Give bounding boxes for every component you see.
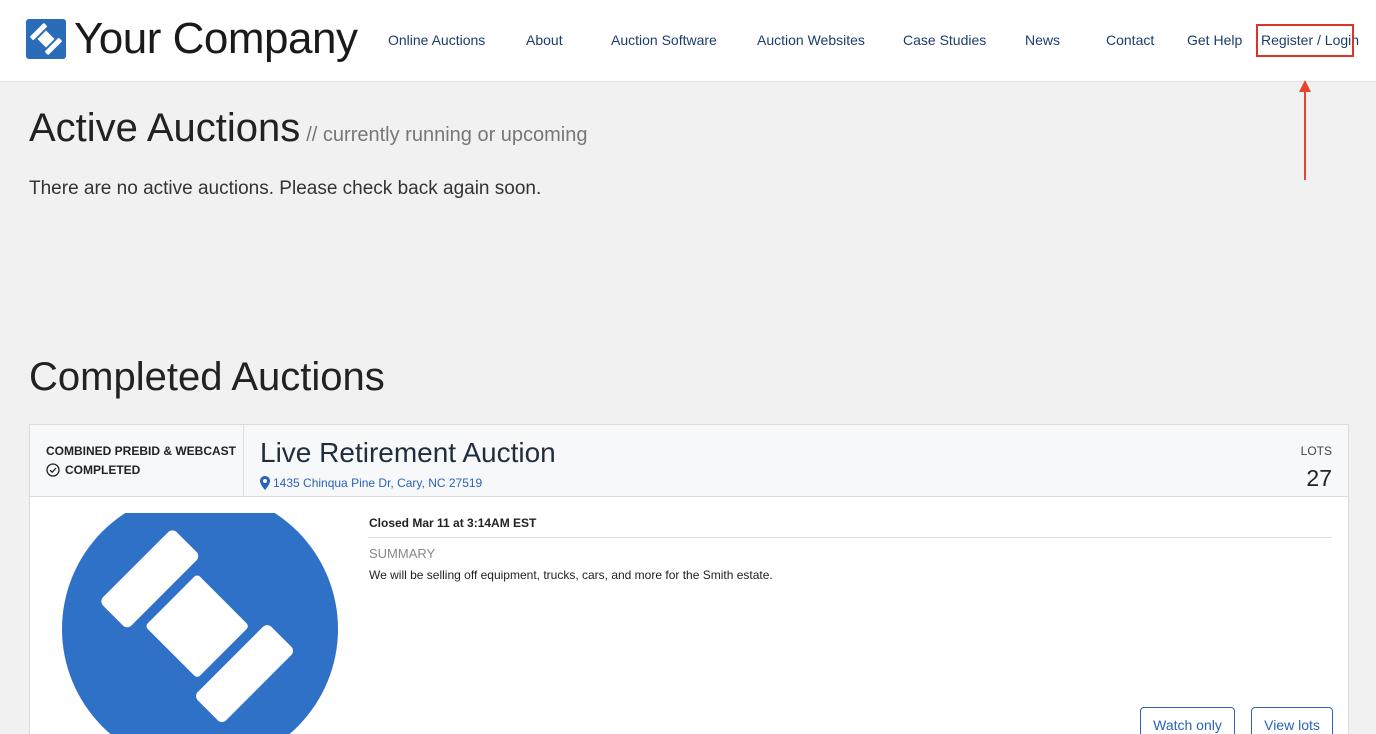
gavel-logo-icon [62,513,338,734]
view-lots-button[interactable]: View lots [1251,707,1333,734]
summary-text: We will be selling off equipment, trucks… [369,568,773,582]
active-auctions-subtitle: // currently running or upcoming [306,124,588,146]
summary-label: SUMMARY [369,546,436,561]
nav-auction-software[interactable]: Auction Software [611,31,717,49]
auction-card: COMBINED PREBID & WEBCAST COMPLETED Live… [29,424,1349,734]
annotation-arrow-line [1304,90,1306,180]
auction-type-column: COMBINED PREBID & WEBCAST COMPLETED [30,425,244,496]
active-auctions-title: Active Auctions [29,106,301,150]
nav-online-auctions[interactable]: Online Auctions [388,31,485,49]
main-nav: Online Auctions About Auction Software A… [0,0,1376,82]
auction-type: COMBINED PREBID & WEBCAST [46,444,237,458]
auction-location: 1435 Chinqua Pine Dr, Cary, NC 27519 [273,476,483,490]
auction-title-link[interactable]: Live Retirement Auction [260,437,556,469]
auction-thumbnail[interactable] [62,513,338,734]
nav-news[interactable]: News [1025,31,1060,49]
register-login-highlight [1256,24,1354,57]
nav-auction-websites[interactable]: Auction Websites [757,31,865,49]
auction-status-label: COMPLETED [65,463,141,477]
lots-count: 27 [1306,465,1332,491]
nav-about[interactable]: About [526,31,563,49]
nav-get-help[interactable]: Get Help [1187,31,1242,49]
nav-case-studies[interactable]: Case Studies [903,31,986,49]
lots-label: LOTS [1300,444,1332,458]
watch-only-button[interactable]: Watch only [1140,707,1235,734]
auction-status: COMPLETED [46,463,140,477]
map-pin-icon [260,476,270,490]
nav-contact[interactable]: Contact [1106,31,1154,49]
auction-card-header: COMBINED PREBID & WEBCAST COMPLETED Live… [30,425,1348,497]
card-divider [369,537,1332,538]
active-auctions-heading: Active Auctions// currently running or u… [29,106,588,151]
completed-auctions-heading: Completed Auctions [29,355,385,399]
auction-closed-date: Closed Mar 11 at 3:14AM EST [369,516,537,530]
check-circle-icon [46,463,60,477]
site-header: Your Company Online Auctions About Aucti… [0,0,1376,82]
auction-location-link[interactable]: 1435 Chinqua Pine Dr, Cary, NC 27519 [260,476,482,490]
no-active-auctions-message: There are no active auctions. Please che… [29,178,542,199]
